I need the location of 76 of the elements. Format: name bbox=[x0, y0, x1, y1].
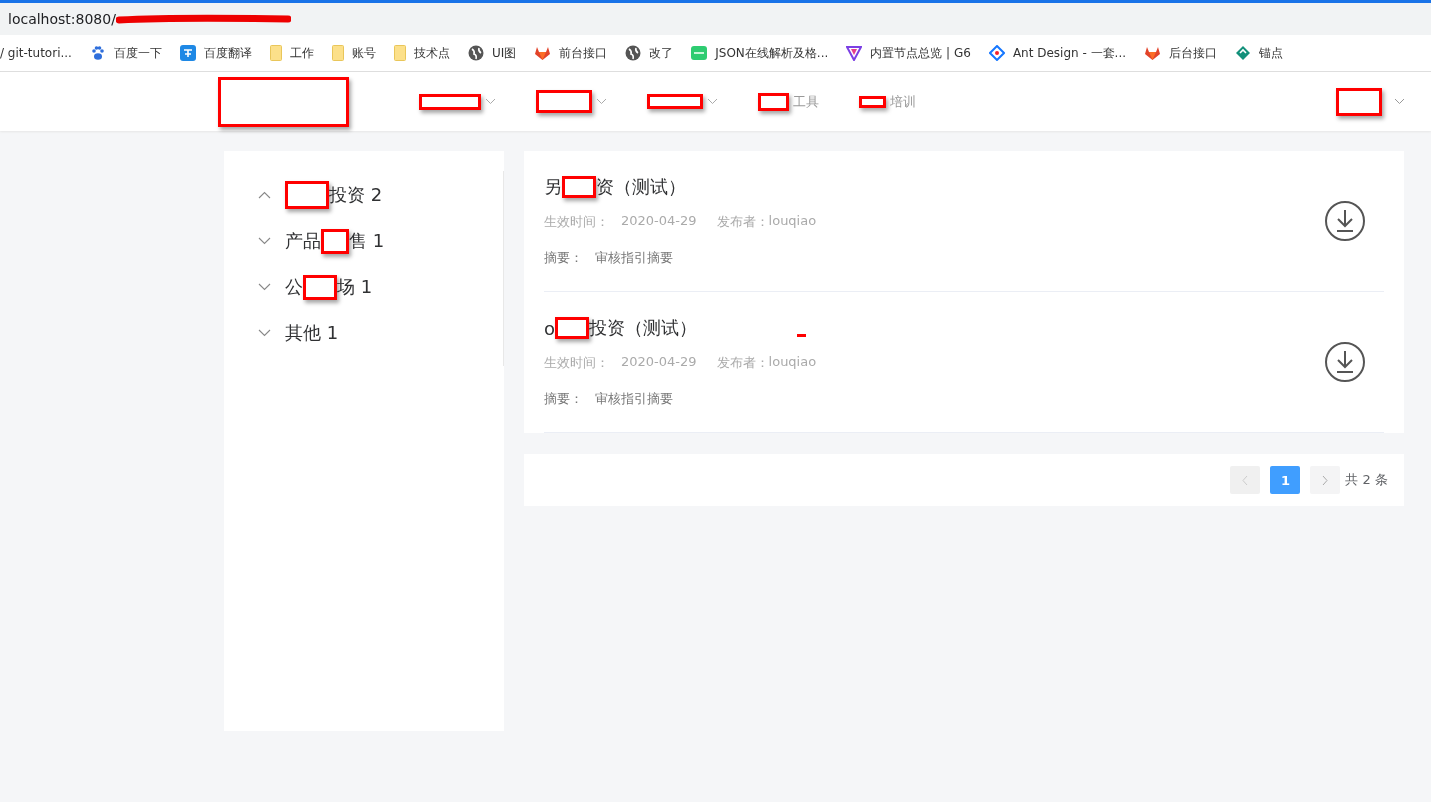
redaction-mark bbox=[797, 333, 806, 337]
chevron-down-icon[interactable] bbox=[1394, 98, 1405, 105]
bookmark-link[interactable]: 前台接口 bbox=[559, 44, 608, 62]
bookmark-link[interactable]: 后台接口 bbox=[1169, 44, 1218, 62]
bookmark-link[interactable]: 百度翻译 bbox=[203, 44, 252, 62]
download-icon[interactable] bbox=[1324, 341, 1366, 383]
chevron-right-icon bbox=[1321, 474, 1330, 486]
author-value: louqiao bbox=[768, 213, 817, 230]
bookmark-link[interactable]: 账号 bbox=[351, 44, 376, 62]
summary-label: 摘要： bbox=[544, 249, 583, 267]
author-label: 发布者： bbox=[716, 354, 769, 372]
bookmark-link[interactable]: 百度一下 bbox=[113, 44, 162, 62]
category-label[interactable]: 场 1 bbox=[337, 275, 373, 299]
bookmark-link[interactable]: 内置节点总览 | G6 bbox=[870, 44, 971, 62]
summary-label: 摘要： bbox=[544, 390, 583, 408]
bookmark-link[interactable]: 锚点 bbox=[1259, 44, 1284, 62]
json-icon bbox=[691, 46, 708, 60]
globe-icon bbox=[467, 45, 484, 61]
date-label: 生效时间： bbox=[544, 354, 609, 372]
redaction-box bbox=[321, 228, 349, 254]
chevron-down-icon[interactable] bbox=[596, 98, 607, 105]
url-text: localhost:8080/ bbox=[8, 11, 116, 27]
redaction-box bbox=[555, 317, 589, 339]
bookmark-link[interactable]: JSON在线解析及格... bbox=[715, 44, 829, 62]
date-value: 2020-04-29 bbox=[621, 213, 697, 230]
redaction-box bbox=[1336, 87, 1382, 116]
bookmark-link[interactable]: / git-tutori... bbox=[0, 46, 72, 60]
category-label[interactable]: 售 1 bbox=[349, 229, 385, 253]
bookmark-link[interactable]: 工作 bbox=[289, 44, 314, 62]
bookmark-link[interactable]: 改了 bbox=[649, 44, 674, 62]
category-label[interactable]: 其他 1 bbox=[285, 321, 339, 345]
chevron-left-icon bbox=[1241, 474, 1250, 486]
chevron-icon[interactable] bbox=[258, 191, 271, 199]
triangle-icon bbox=[846, 45, 863, 61]
translate-icon bbox=[179, 45, 196, 61]
diamond-icon bbox=[1235, 45, 1252, 61]
redaction-box bbox=[303, 274, 337, 300]
chevron-icon[interactable] bbox=[258, 329, 271, 337]
category-label[interactable]: 投资 2 bbox=[329, 183, 383, 207]
paw-icon bbox=[89, 45, 106, 61]
document-title[interactable]: 另 bbox=[544, 175, 562, 199]
summary-text: 审核指引摘要 bbox=[595, 249, 673, 267]
fox-icon bbox=[534, 45, 552, 61]
folder-icon bbox=[393, 45, 406, 61]
redaction-box bbox=[419, 93, 481, 110]
chevron-icon[interactable] bbox=[258, 283, 271, 291]
bookmark-link[interactable]: UI图 bbox=[491, 44, 517, 62]
date-value: 2020-04-29 bbox=[621, 354, 697, 371]
date-label: 生效时间： bbox=[544, 213, 609, 231]
redaction-box bbox=[536, 90, 592, 113]
redaction-box bbox=[647, 94, 703, 109]
folder-icon bbox=[331, 45, 344, 61]
redaction-box bbox=[859, 95, 886, 108]
document-title[interactable]: 资（测试） bbox=[596, 175, 686, 199]
diamond-icon bbox=[988, 45, 1005, 61]
category-label[interactable]: 产品 bbox=[285, 229, 321, 253]
chevron-icon[interactable] bbox=[258, 237, 271, 245]
total-count: 共 2 条 bbox=[1345, 471, 1388, 489]
chevron-down-icon[interactable] bbox=[485, 98, 496, 105]
redaction-box bbox=[758, 92, 789, 111]
chevron-down-icon[interactable] bbox=[707, 98, 718, 105]
address-bar[interactable]: localhost:8080/ bbox=[0, 0, 1431, 35]
author-value: louqiao bbox=[768, 354, 817, 371]
category-label[interactable]: 公 bbox=[285, 275, 303, 299]
fox-icon bbox=[1144, 45, 1162, 61]
download-icon[interactable] bbox=[1324, 200, 1366, 242]
document-title[interactable]: 投资（测试） bbox=[589, 316, 697, 340]
bookmark-link[interactable]: Ant Design - 一套... bbox=[1012, 44, 1127, 62]
globe-icon bbox=[625, 45, 642, 61]
bookmark-link[interactable]: 技术点 bbox=[413, 44, 450, 62]
redaction-box bbox=[285, 181, 329, 209]
summary-text: 审核指引摘要 bbox=[595, 390, 673, 408]
document-title[interactable]: o bbox=[544, 317, 555, 339]
author-label: 发布者： bbox=[716, 213, 769, 231]
redaction-box bbox=[562, 176, 596, 198]
folder-icon bbox=[269, 45, 282, 61]
